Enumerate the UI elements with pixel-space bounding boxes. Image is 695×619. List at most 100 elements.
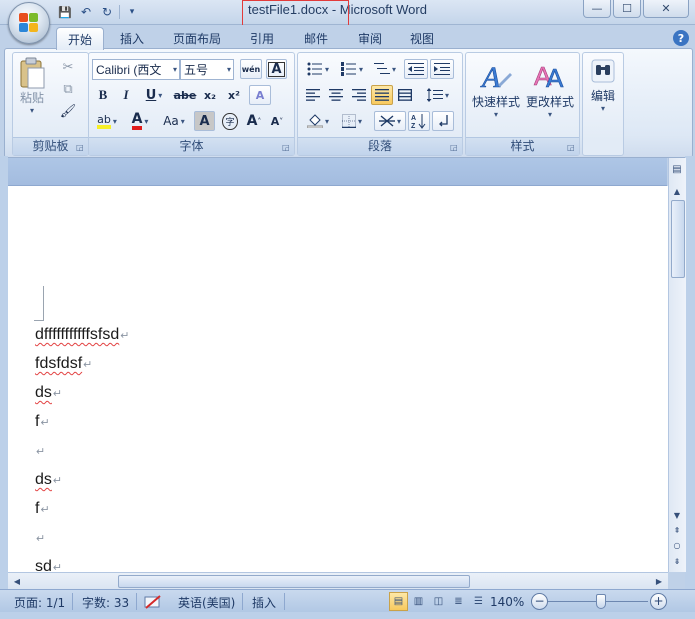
tab-view[interactable]: 视图 <box>402 28 442 48</box>
close-button[interactable]: ✕ <box>643 0 689 18</box>
vertical-scroll-thumb[interactable] <box>671 200 685 278</box>
multilevel-list-button[interactable]: ▾ <box>370 59 400 79</box>
shrink-font-button[interactable]: A ˅ <box>267 111 287 131</box>
document-page[interactable]: dfffffffffffsfsd↵ fdsfdsf↵ ds↵ f↵ ↵ ds↵ f↵ ↵ sd↵ <box>8 186 668 572</box>
align-left-button[interactable] <box>302 85 324 105</box>
tab-references[interactable]: 引用 <box>242 28 282 48</box>
paragraph-launcher-icon[interactable]: ◲ <box>450 143 459 152</box>
print-layout-view-icon[interactable]: ▤ <box>389 592 408 611</box>
zoom-in-button[interactable]: + <box>650 593 667 610</box>
document-line[interactable]: f↵ <box>35 500 50 518</box>
format-painter-button[interactable]: 🖌 <box>57 101 79 121</box>
paste-button[interactable]: 粘贴 ▾ <box>17 57 47 115</box>
clipboard-launcher-icon[interactable]: ◲ <box>76 143 85 152</box>
maximize-button[interactable]: ☐ <box>613 0 641 18</box>
document-line[interactable]: fdsfdsf↵ <box>35 355 92 373</box>
character-border-button[interactable]: A <box>266 59 287 79</box>
tab-page-layout[interactable]: 页面布局 <box>166 28 228 48</box>
chinese-layout-button[interactable]: ▾ <box>374 111 406 131</box>
font-launcher-icon[interactable]: ◲ <box>282 143 291 152</box>
distributed-button[interactable] <box>394 85 416 105</box>
insert-mode-status[interactable]: 插入 <box>252 593 276 611</box>
change-styles-button[interactable]: AA 更改样式 ▾ <box>523 57 577 119</box>
scroll-left-arrow-icon[interactable]: ◀ <box>10 574 24 588</box>
zoom-level[interactable]: 140% <box>490 593 524 611</box>
horizontal-scrollbar[interactable]: ◀ ▶ <box>8 572 668 589</box>
customize-qat-icon[interactable]: ▾ <box>123 4 141 21</box>
font-name-combo[interactable]: Calibri (西文 ▾ <box>92 59 180 80</box>
line-spacing-button[interactable]: ▾ <box>422 85 454 105</box>
decrease-indent-button[interactable] <box>404 59 428 79</box>
justify-button[interactable] <box>371 85 393 105</box>
borders-button[interactable]: ▾ <box>336 111 368 131</box>
align-right-button[interactable] <box>348 85 370 105</box>
shading-button[interactable]: ▾ <box>302 111 334 131</box>
svg-text:A: A <box>546 63 564 93</box>
underline-button[interactable]: U ▾ <box>139 85 169 105</box>
scroll-up-arrow-icon[interactable]: ▲ <box>669 184 685 198</box>
outline-view-icon[interactable]: ≣ <box>449 592 468 611</box>
zoom-out-button[interactable]: − <box>531 593 548 610</box>
minimize-button[interactable]: — <box>583 0 611 18</box>
document-line[interactable]: ds↵ <box>35 471 62 489</box>
full-screen-reading-icon[interactable]: ▥ <box>409 592 428 611</box>
save-icon[interactable]: 💾 <box>56 4 74 21</box>
vertical-scrollbar[interactable]: ▤ ▲ ▼ ⇞ ○ ⇟ <box>668 158 686 572</box>
bullets-button[interactable]: ▾ <box>302 59 334 79</box>
quick-styles-button[interactable]: A 快速样式 ▾ <box>469 57 523 119</box>
draft-view-icon[interactable]: ☰ <box>469 592 488 611</box>
font-color-icon: A <box>131 112 143 130</box>
enclose-characters-button[interactable]: 字 <box>219 111 241 131</box>
numbering-dropdown-icon: ▾ <box>358 64 363 74</box>
zoom-slider-thumb[interactable] <box>596 594 606 609</box>
font-color-button[interactable]: A ▾ <box>125 111 155 131</box>
strikethrough-button[interactable]: abe <box>173 85 197 105</box>
change-case-button[interactable]: Aa ▾ <box>159 111 189 131</box>
tab-review[interactable]: 审阅 <box>350 28 390 48</box>
font-size-combo[interactable]: 五号 ▾ <box>180 59 234 80</box>
office-button[interactable] <box>8 2 50 44</box>
view-ruler-icon[interactable]: ▤ <box>670 164 684 178</box>
document-line[interactable]: sd↵ <box>35 558 62 572</box>
document-line[interactable]: ↵ <box>35 529 45 547</box>
document-line[interactable]: ↵ <box>35 442 45 460</box>
highlight-button[interactable]: ab ▾ <box>92 111 122 131</box>
sort-button[interactable]: AZ <box>408 111 430 131</box>
proofing-status[interactable] <box>143 593 163 611</box>
clear-formatting-button[interactable]: A <box>249 85 271 105</box>
editing-button[interactable]: 编辑 ▾ <box>585 57 621 113</box>
scroll-right-arrow-icon[interactable]: ▶ <box>652 574 666 588</box>
web-layout-icon[interactable]: ◫ <box>429 592 448 611</box>
superscript-button[interactable]: x² <box>223 85 245 105</box>
scroll-down-arrow-icon[interactable]: ▼ <box>669 508 685 522</box>
document-line[interactable]: ds↵ <box>35 384 62 402</box>
subscript-button[interactable]: x₂ <box>199 85 221 105</box>
cut-button[interactable]: ✂ <box>57 57 79 77</box>
numbering-button[interactable]: ▾ <box>336 59 368 79</box>
tab-home[interactable]: 开始 <box>56 27 104 50</box>
increase-indent-button[interactable] <box>430 59 454 79</box>
next-page-icon[interactable]: ⇟ <box>669 554 685 568</box>
copy-button[interactable]: ⧉ <box>57 79 79 99</box>
phonetic-guide-button[interactable]: wén <box>240 59 262 79</box>
character-shading-button[interactable]: A <box>194 111 215 131</box>
italic-button[interactable]: I <box>116 85 136 105</box>
help-icon[interactable]: ? <box>673 30 689 46</box>
previous-page-icon[interactable]: ⇞ <box>669 523 685 537</box>
tab-mailings[interactable]: 邮件 <box>296 28 336 48</box>
language-status[interactable]: 英语(美国) <box>178 593 235 611</box>
select-browse-object-icon[interactable]: ○ <box>669 538 685 552</box>
grow-font-button[interactable]: A ˄ <box>244 111 264 131</box>
undo-icon[interactable]: ↶ <box>77 4 95 21</box>
tab-insert[interactable]: 插入 <box>112 28 152 48</box>
redo-icon[interactable]: ↻ <box>98 4 116 21</box>
document-line[interactable]: dfffffffffffsfsd↵ <box>35 326 129 344</box>
align-center-button[interactable] <box>325 85 347 105</box>
word-count-status[interactable]: 字数: 33 <box>82 593 129 611</box>
page-count-status[interactable]: 页面: 1/1 <box>14 593 65 611</box>
styles-launcher-icon[interactable]: ◲ <box>567 143 576 152</box>
horizontal-scroll-thumb[interactable] <box>118 575 470 588</box>
bold-button[interactable]: B <box>93 85 113 105</box>
show-marks-button[interactable] <box>432 111 454 131</box>
document-line[interactable]: f↵ <box>35 413 50 431</box>
